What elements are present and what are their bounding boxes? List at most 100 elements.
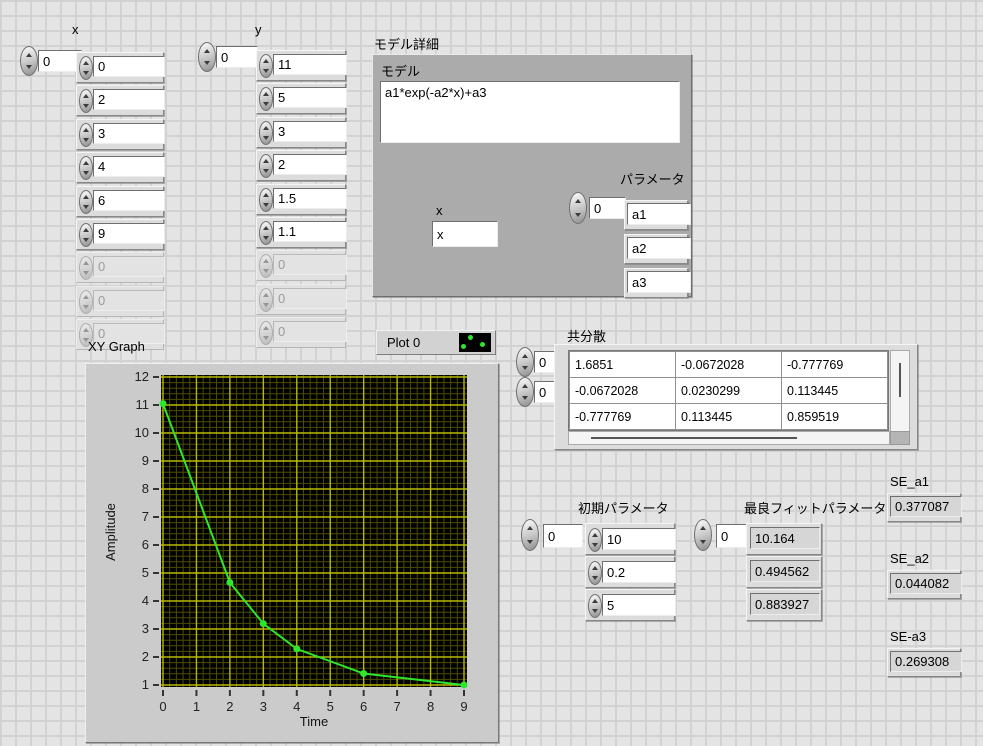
covariance-row-index-spinner[interactable] bbox=[516, 347, 534, 377]
y-element-value[interactable]: 1.5 bbox=[273, 188, 347, 209]
x-array-index-spinner[interactable] bbox=[20, 46, 38, 76]
svg-text:9: 9 bbox=[460, 699, 467, 714]
x-array-element: 4 bbox=[76, 152, 164, 183]
covariance-vertical-scrollbar[interactable] bbox=[890, 350, 910, 432]
se-a3-indicator: 0.269308 bbox=[887, 648, 961, 677]
initial-params-label: 初期パラメータ bbox=[578, 498, 669, 517]
x-element-spinner bbox=[79, 256, 93, 280]
y-element-spinner bbox=[259, 254, 273, 278]
initial-params-index-spinner[interactable] bbox=[521, 519, 539, 551]
svg-text:4: 4 bbox=[293, 699, 300, 714]
y-array-element: 1.5 bbox=[256, 184, 346, 215]
x-element-value[interactable]: 2 bbox=[93, 89, 165, 110]
param-value[interactable]: a3 bbox=[627, 271, 691, 293]
model-text-input[interactable]: a1*exp(-a2*x)+a3 bbox=[380, 81, 680, 143]
svg-text:5: 5 bbox=[327, 699, 334, 714]
param-element: a2 bbox=[624, 234, 688, 264]
best-fit-index-spinner[interactable] bbox=[694, 519, 712, 551]
model-cluster-title: モデル詳細 bbox=[374, 34, 439, 53]
covariance-horizontal-scrollbar[interactable] bbox=[568, 431, 890, 445]
initial-param-spinner[interactable] bbox=[588, 594, 602, 618]
x-array-element-disabled: 0 bbox=[76, 286, 164, 317]
param-value[interactable]: a1 bbox=[627, 203, 691, 225]
y-array-element: 2 bbox=[256, 150, 346, 181]
x-element-spinner[interactable] bbox=[79, 190, 93, 214]
y-element-spinner[interactable] bbox=[259, 121, 273, 145]
svg-text:12: 12 bbox=[135, 369, 149, 384]
se-a2-indicator: 0.044082 bbox=[887, 570, 961, 599]
y-array-element-disabled: 0 bbox=[256, 284, 346, 315]
xy-graph-svg[interactable]: 0123456789123456789101112 bbox=[86, 364, 498, 742]
y-array-label: y bbox=[255, 22, 262, 37]
x-element-spinner[interactable] bbox=[79, 89, 93, 113]
x-element-spinner[interactable] bbox=[79, 56, 93, 80]
initial-param-value[interactable]: 0.2 bbox=[602, 561, 676, 583]
covariance-cell: 0.0230299 bbox=[676, 378, 781, 403]
graph-title: XY Graph bbox=[88, 339, 145, 354]
y-array-element: 1.1 bbox=[256, 217, 346, 248]
svg-text:6: 6 bbox=[142, 537, 149, 552]
horizontal-scroll-thumb[interactable] bbox=[591, 437, 797, 439]
param-element: a1 bbox=[624, 200, 688, 230]
y-element-value[interactable]: 5 bbox=[273, 87, 347, 108]
svg-text:3: 3 bbox=[260, 699, 267, 714]
y-element-spinner[interactable] bbox=[259, 54, 273, 78]
y-element-value[interactable]: 3 bbox=[273, 121, 347, 142]
x-variable-label: x bbox=[436, 203, 443, 218]
best-fit-element: 10.164 bbox=[746, 523, 822, 555]
y-array-index-spinner[interactable] bbox=[198, 42, 216, 72]
y-element-spinner[interactable] bbox=[259, 188, 273, 212]
plot-legend[interactable]: Plot 0 bbox=[376, 330, 496, 355]
y-element-value[interactable]: 1.1 bbox=[273, 221, 347, 242]
initial-param-spinner[interactable] bbox=[588, 561, 602, 585]
initial-param-value[interactable]: 5 bbox=[602, 594, 676, 616]
initial-param-element: 5 bbox=[585, 589, 675, 621]
initial-params-index-value[interactable]: 0 bbox=[543, 524, 583, 548]
svg-text:8: 8 bbox=[427, 699, 434, 714]
svg-text:1: 1 bbox=[193, 699, 200, 714]
initial-param-spinner[interactable] bbox=[588, 528, 602, 552]
vertical-scroll-thumb[interactable] bbox=[899, 363, 901, 397]
se-a1-value: 0.377087 bbox=[890, 496, 962, 517]
x-element-value[interactable]: 0 bbox=[93, 56, 165, 77]
x-element-value[interactable]: 4 bbox=[93, 156, 165, 177]
y-element-spinner[interactable] bbox=[259, 87, 273, 111]
x-element-spinner[interactable] bbox=[79, 123, 93, 147]
best-fit-element: 0.494562 bbox=[746, 556, 822, 588]
svg-text:1: 1 bbox=[142, 677, 149, 692]
plot-legend-label[interactable]: Plot 0 bbox=[387, 335, 459, 350]
x-variable-input[interactable]: x bbox=[432, 221, 498, 247]
best-fit-params-label: 最良フィットパラメータ bbox=[744, 498, 886, 517]
y-array-index-value[interactable]: 0 bbox=[216, 46, 258, 68]
svg-text:2: 2 bbox=[142, 649, 149, 664]
x-element-value: 0 bbox=[93, 256, 165, 277]
param-value[interactable]: a2 bbox=[627, 237, 691, 259]
x-element-value: 0 bbox=[93, 290, 165, 311]
se-a2-value: 0.044082 bbox=[890, 573, 962, 594]
plot-glyph-icon bbox=[459, 333, 491, 352]
params-label: パラメータ bbox=[620, 169, 685, 188]
svg-text:4: 4 bbox=[142, 593, 149, 608]
x-array-element: 3 bbox=[76, 119, 164, 150]
y-element-spinner bbox=[259, 321, 273, 345]
covariance-table: 1.6851 -0.0672028 -0.777769 -0.0672028 0… bbox=[568, 350, 889, 431]
se-a2-label: SE_a2 bbox=[890, 551, 929, 566]
covariance-cell: -0.777769 bbox=[782, 352, 887, 377]
params-index-value[interactable]: 0 bbox=[589, 197, 626, 219]
params-index-spinner[interactable] bbox=[569, 192, 587, 224]
x-element-value[interactable]: 9 bbox=[93, 223, 165, 244]
svg-text:7: 7 bbox=[393, 699, 400, 714]
covariance-col-index-spinner[interactable] bbox=[516, 377, 534, 407]
x-element-value[interactable]: 6 bbox=[93, 190, 165, 211]
y-element-spinner[interactable] bbox=[259, 154, 273, 178]
covariance-label: 共分散 bbox=[567, 326, 606, 345]
y-element-value[interactable]: 11 bbox=[273, 54, 347, 75]
best-fit-element: 0.883927 bbox=[746, 589, 822, 621]
x-element-spinner[interactable] bbox=[79, 156, 93, 180]
x-axis-label: Time bbox=[161, 714, 467, 729]
x-element-value[interactable]: 3 bbox=[93, 123, 165, 144]
initial-param-value[interactable]: 10 bbox=[602, 528, 676, 550]
y-element-value[interactable]: 2 bbox=[273, 154, 347, 175]
x-element-spinner[interactable] bbox=[79, 223, 93, 247]
y-element-spinner[interactable] bbox=[259, 221, 273, 245]
